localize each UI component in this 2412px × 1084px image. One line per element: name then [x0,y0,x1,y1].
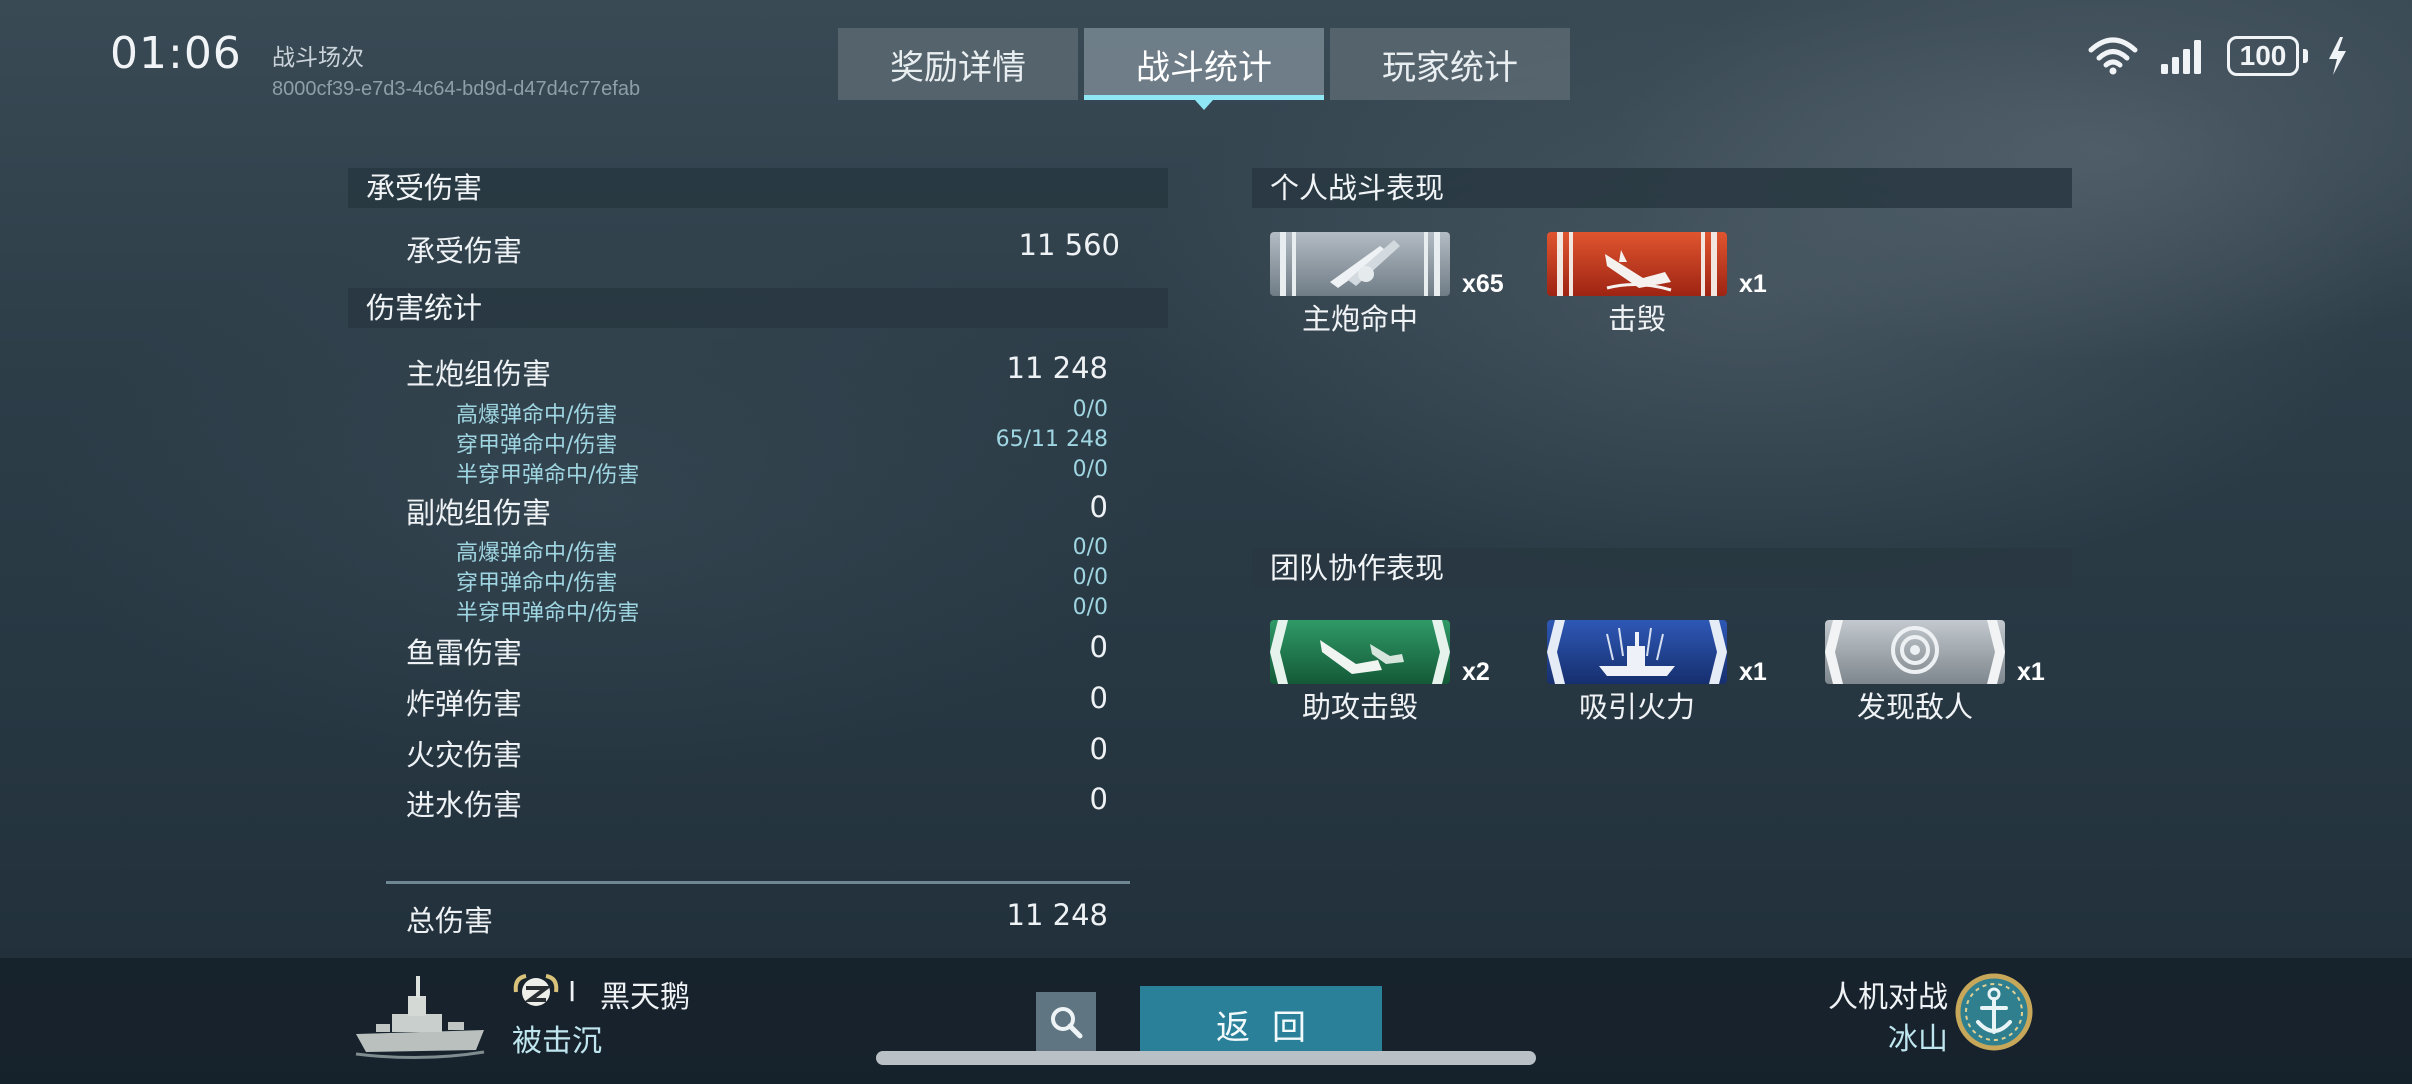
battle-id: 8000cf39-e7d3-4c64-bd9d-d47d4c77efab [272,78,641,100]
secondary-he-label: 高爆弹命中/伤害 [456,541,618,566]
wifi-icon [2088,37,2138,75]
assisted-kill-name: 助攻击毁 [1301,690,1418,724]
personal-performance-heading: 个人战斗表现 [1252,168,2072,208]
anchor-mode-icon [1955,973,2033,1051]
medal-tanked-damage[interactable]: 吸引火力 x1 [1547,620,1767,724]
torpedo-label: 鱼雷伤害 [406,636,523,670]
destroyed-count: x1 [1739,270,1767,298]
secondary-ap-row: 穿甲弹命中/伤害 0/0 [456,565,1108,597]
total-damage-label: 总伤害 [406,904,494,938]
total-divider [386,881,1130,884]
main-he-value: 0/0 [1072,397,1108,422]
ship-thumbnail [355,976,485,1060]
main-battery-hits-count: x65 [1462,270,1504,298]
main-battery-hits-name: 主炮命中 [1301,302,1418,336]
team-performance-heading: 团队协作表现 [1252,548,2072,588]
spotted-enemy-ribbon [1825,620,2005,684]
home-indicator[interactable] [876,1051,1536,1065]
tanked-damage-ribbon [1547,620,1727,684]
secondary-ap-value: 0/0 [1072,565,1108,590]
flooding-row: 进水伤害 0 [406,782,1108,824]
search-button[interactable] [1036,992,1096,1052]
medal-spotted-enemy[interactable]: 发现敌人 x1 [1825,620,2045,724]
battle-mode: 人机对战 [1828,980,1948,1015]
bomb-label: 炸弹伤害 [406,687,523,721]
main-battery-label: 主炮组伤害 [406,357,552,391]
damage-received-heading: 承受伤害 [348,168,1168,208]
secondary-row: 副炮组伤害 0 [406,490,1108,532]
main-sap-row: 半穿甲弹命中/伤害 0/0 [456,457,1108,489]
destroyed-ribbon [1547,232,1727,296]
main-ap-value: 65/11 248 [995,427,1108,452]
clock-time: 01:06 [110,28,242,79]
tanked-damage-count: x1 [1739,658,1767,686]
main-ap-row: 穿甲弹命中/伤害 65/11 248 [456,427,1108,459]
medal-assisted-kill[interactable]: 助攻击毁 x2 [1270,620,1490,724]
spotted-enemy-count: x1 [2017,658,2045,686]
damage-received-value: 11 560 [1018,228,1120,262]
battery-icon: 100 [2227,36,2308,76]
tab-reward-details[interactable]: 奖励详情 [838,28,1078,100]
battle-label: 战斗场次 [272,45,364,71]
charging-bolt-icon [2329,37,2346,75]
flooding-value: 0 [1089,782,1108,816]
battery-level: 100 [2227,36,2299,76]
secondary-sap-value: 0/0 [1072,595,1108,620]
secondary-he-row: 高爆弹命中/伤害 0/0 [456,535,1108,567]
main-ap-label: 穿甲弹命中/伤害 [456,433,618,458]
signal-icon [2161,40,2201,74]
medal-main-battery-hits[interactable]: 主炮命中 x65 [1270,232,1504,336]
fire-value: 0 [1089,732,1108,766]
torpedo-row: 鱼雷伤害 0 [406,630,1108,672]
secondary-label: 副炮组伤害 [406,496,552,530]
main-he-label: 高爆弹命中/伤害 [456,403,618,428]
tanked-damage-name: 吸引火力 [1578,690,1695,724]
spotted-enemy-name: 发现敌人 [1856,690,1973,724]
main-he-row: 高爆弹命中/伤害 0/0 [456,397,1108,429]
fire-label: 火灾伤害 [406,738,523,772]
bomb-row: 炸弹伤害 0 [406,681,1108,723]
secondary-sap-row: 半穿甲弹命中/伤害 0/0 [456,595,1108,627]
main-sap-value: 0/0 [1072,457,1108,482]
assisted-kill-count: x2 [1462,658,1490,686]
secondary-sap-label: 半穿甲弹命中/伤害 [456,601,640,626]
secondary-value: 0 [1089,490,1108,524]
total-damage-value: 11 248 [1006,898,1108,932]
flooding-label: 进水伤害 [406,788,523,822]
damage-stats-heading: 伤害统计 [348,288,1168,328]
ship-name: 黑天鹅 [600,980,690,1015]
ship-status: 被击沉 [512,1024,602,1059]
damage-received-row: 承受伤害 11 560 [406,228,1120,270]
secondary-ap-label: 穿甲弹命中/伤害 [456,571,618,596]
torpedo-value: 0 [1089,630,1108,664]
tab-player-stats[interactable]: 玩家统计 [1330,28,1570,100]
tab-bar: 奖励详情 战斗统计 玩家统计 [838,28,1570,110]
total-damage-row: 总伤害 11 248 [406,898,1108,940]
destroyed-name: 击毁 [1607,302,1666,336]
main-sap-label: 半穿甲弹命中/伤害 [456,463,640,488]
damage-received-label: 承受伤害 [406,234,523,268]
main-battery-row: 主炮组伤害 11 248 [406,351,1108,393]
status-icons: 100 [2087,36,2348,76]
assisted-kill-ribbon [1270,620,1450,684]
medal-destroyed[interactable]: 击毁 x1 [1547,232,1767,336]
search-icon [1051,1007,1083,1039]
fire-row: 火灾伤害 0 [406,732,1108,774]
main-battery-value: 11 248 [1006,351,1108,385]
ship-tier: I [568,975,577,1008]
map-name: 冰山 [1888,1022,1948,1057]
bomb-value: 0 [1089,681,1108,715]
tab-battle-stats[interactable]: 战斗统计 [1084,28,1324,110]
rank-badge-icon [513,974,559,1006]
main-battery-hits-ribbon [1270,232,1450,296]
secondary-he-value: 0/0 [1072,535,1108,560]
